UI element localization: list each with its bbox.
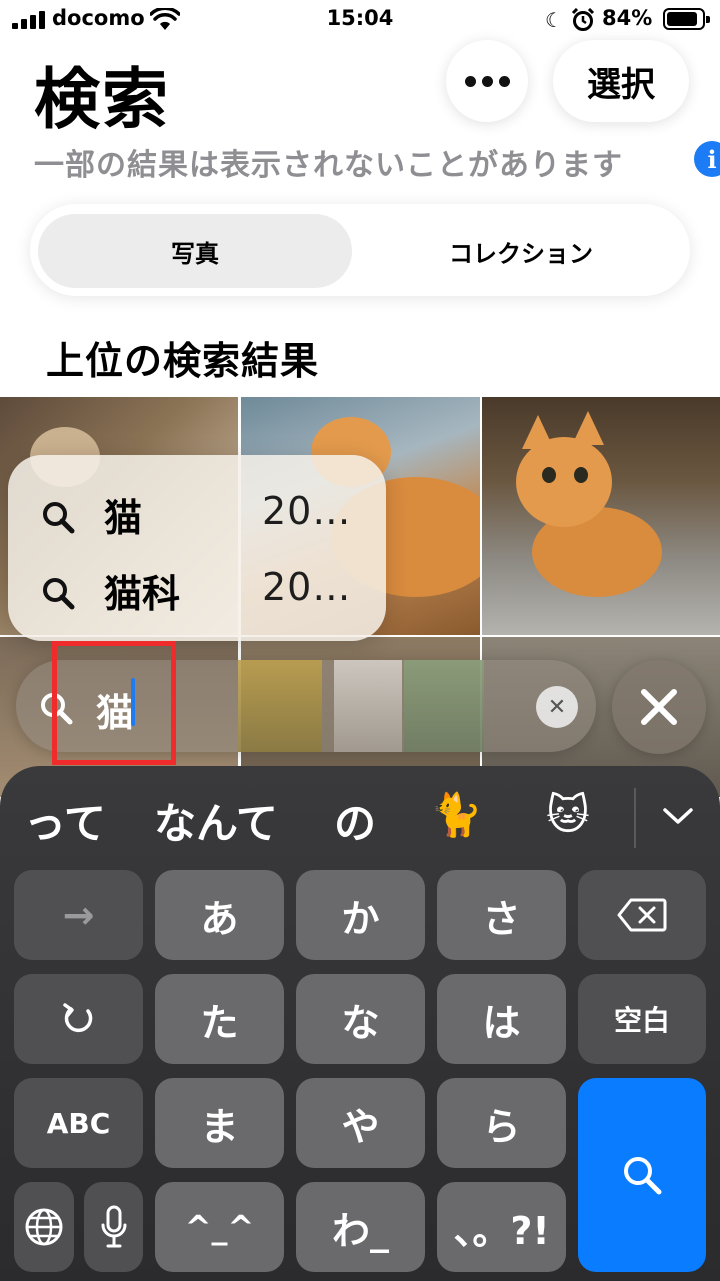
- suggestion-count: 20…: [262, 565, 352, 609]
- chevron-down-icon[interactable]: [662, 806, 694, 826]
- close-search-button[interactable]: [612, 660, 706, 754]
- key-na[interactable]: な: [296, 974, 425, 1064]
- key-ya[interactable]: や: [296, 1078, 425, 1168]
- search-suggestions: 猫 20… 猫科 20…: [8, 455, 386, 641]
- select-button[interactable]: 選択: [553, 40, 689, 122]
- candidate-item[interactable]: 🐱: [546, 790, 590, 839]
- alarm-icon: [571, 8, 595, 31]
- suggestion-item[interactable]: 猫 20…: [8, 475, 386, 551]
- key-kaomoji[interactable]: ^_^: [155, 1182, 284, 1272]
- key-ta[interactable]: た: [155, 974, 284, 1064]
- search-icon: [624, 1157, 662, 1195]
- globe-icon: [25, 1208, 63, 1246]
- more-button[interactable]: [446, 40, 528, 122]
- search-key[interactable]: [578, 1078, 706, 1272]
- battery-percent: 84%: [602, 6, 653, 30]
- moon-icon: ☾: [545, 8, 563, 32]
- photo-thumbnail[interactable]: [482, 397, 720, 635]
- suggestion-count: 20…: [262, 489, 352, 533]
- battery-icon: [663, 8, 710, 30]
- key-ha[interactable]: は: [437, 974, 566, 1064]
- key-ra[interactable]: ら: [437, 1078, 566, 1168]
- clear-icon[interactable]: ✕: [536, 686, 578, 728]
- delete-icon: [617, 898, 667, 932]
- undo-key[interactable]: [14, 974, 143, 1064]
- delete-key[interactable]: [578, 870, 706, 960]
- page-title: 検索: [34, 61, 170, 138]
- microphone-icon: [101, 1205, 126, 1248]
- globe-key[interactable]: [14, 1182, 74, 1272]
- suggestion-text: 猫: [104, 496, 143, 540]
- candidate-item[interactable]: の: [334, 790, 376, 851]
- section-title: 上位の検索結果: [46, 339, 320, 383]
- undo-icon: [62, 1003, 92, 1033]
- candidate-item[interactable]: 🐈: [430, 790, 482, 840]
- key-ma[interactable]: ま: [155, 1078, 284, 1168]
- key-punctuation[interactable]: 、。?!: [437, 1182, 566, 1272]
- status-bar: docomo 15:04 ☾ 84%: [0, 0, 720, 40]
- suggestion-item[interactable]: 猫科 20…: [8, 551, 386, 627]
- keyboard: って なんて の 🐈 🐱 → あ か さ た な は 空白 ABC ま や ら: [0, 766, 720, 1281]
- tab-photos[interactable]: 写真: [38, 214, 352, 288]
- candidate-item[interactable]: なんて: [154, 790, 278, 851]
- key-arrow[interactable]: →: [14, 870, 143, 960]
- key-a[interactable]: あ: [155, 870, 284, 960]
- candidate-item[interactable]: って: [24, 790, 106, 851]
- close-icon: [641, 689, 677, 725]
- segmented-control: 写真 コレクション: [30, 204, 690, 296]
- search-icon: [43, 502, 75, 534]
- ellipsis-icon: [464, 75, 510, 87]
- search-icon: [43, 578, 75, 610]
- key-ka[interactable]: か: [296, 870, 425, 960]
- candidate-bar: って なんて の 🐈 🐱: [0, 766, 720, 866]
- suggestion-text: 猫科: [104, 572, 181, 616]
- results-notice: 一部の結果は表示されないことがあります: [34, 148, 623, 183]
- highlight-box: [52, 641, 176, 765]
- space-key[interactable]: 空白: [578, 974, 706, 1064]
- microphone-key[interactable]: [84, 1182, 143, 1272]
- info-icon[interactable]: i: [694, 141, 720, 177]
- key-sa[interactable]: さ: [437, 870, 566, 960]
- abc-key[interactable]: ABC: [14, 1078, 143, 1168]
- key-wa[interactable]: わ_: [296, 1182, 425, 1272]
- tab-collections[interactable]: コレクション: [360, 214, 682, 288]
